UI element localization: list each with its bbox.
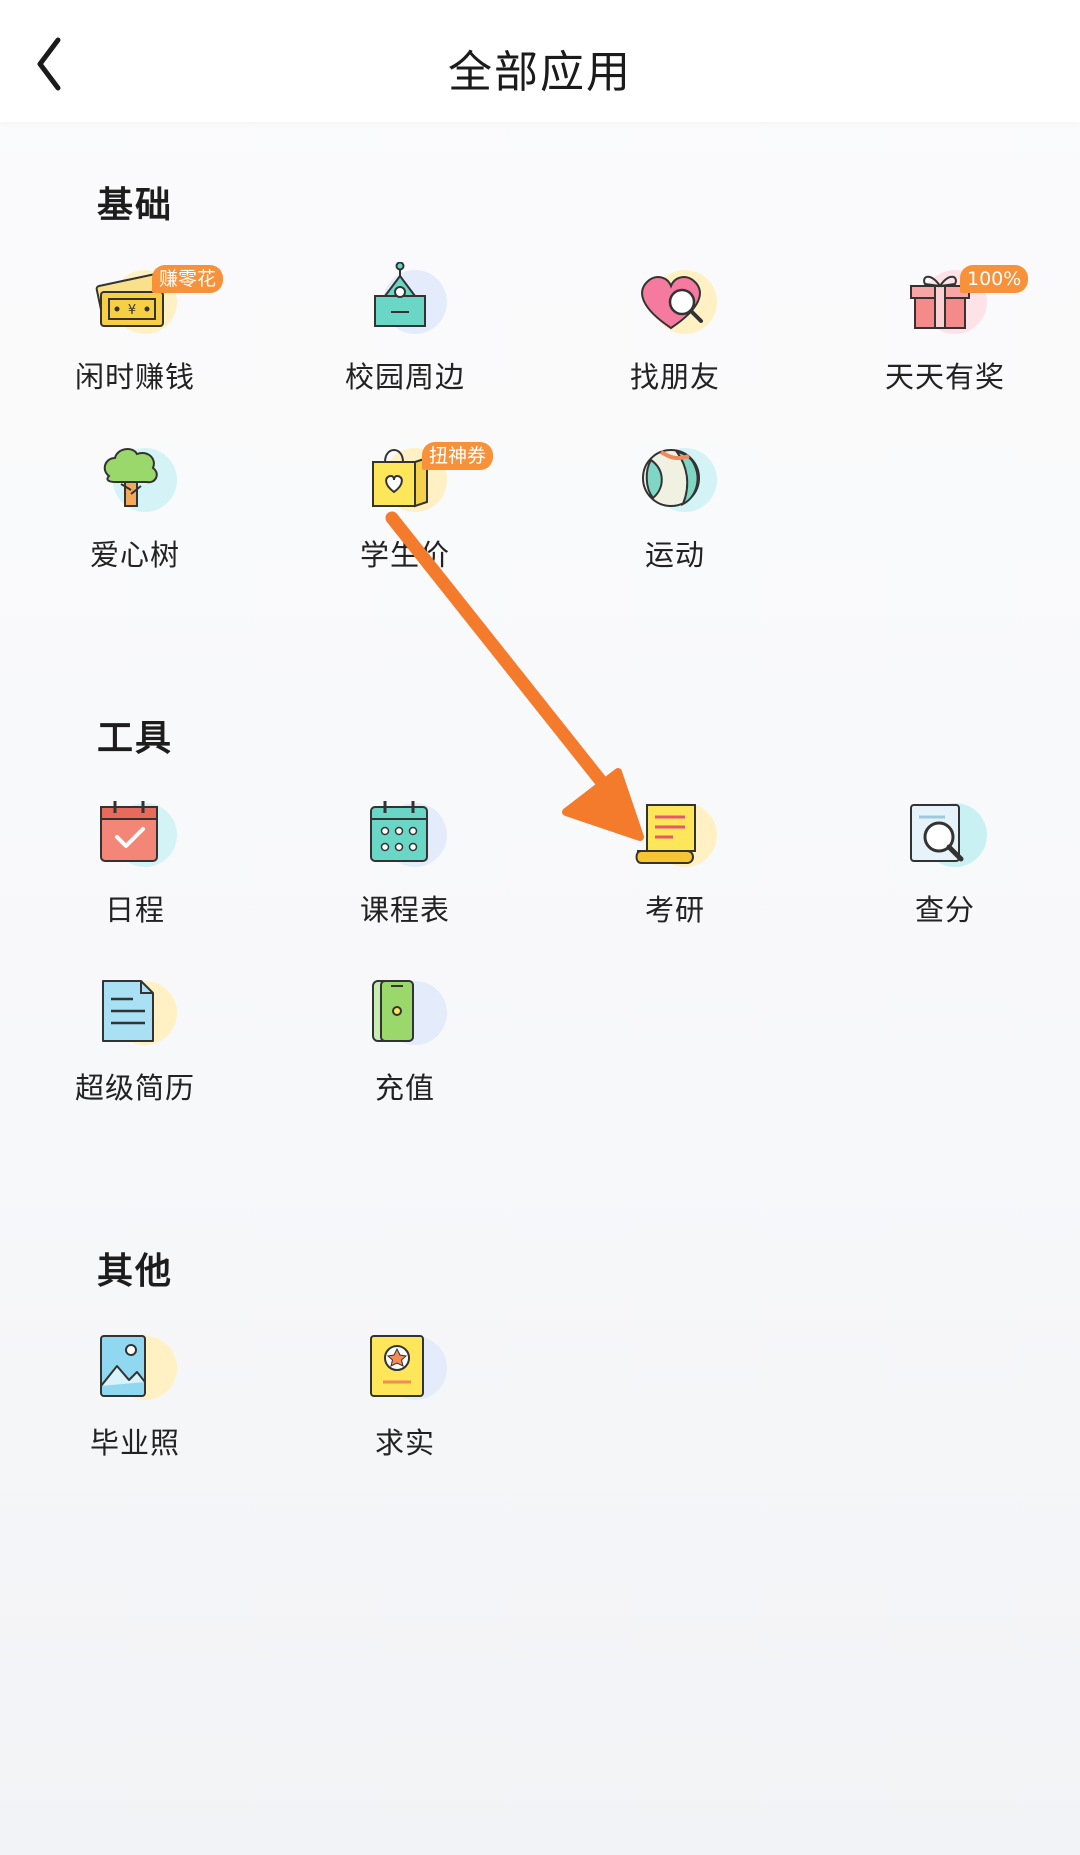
app-label: 找朋友: [629, 360, 720, 394]
app-item-find-friends[interactable]: 找朋友: [585, 262, 765, 412]
app-item-super-resume[interactable]: 超级简历: [45, 973, 225, 1123]
app-item-timetable[interactable]: 课程表: [315, 795, 495, 945]
top-bar: 全部应用: [0, 0, 1080, 122]
app-label: 毕业照: [89, 1426, 180, 1460]
section-title-basic: 基础: [97, 185, 174, 226]
timetable-icon: [361, 795, 449, 883]
calendar-check-icon: [91, 795, 179, 883]
app-item-graduation-photo[interactable]: 毕业照: [45, 1328, 225, 1478]
ball-icon: [631, 440, 719, 528]
star-book-icon: [361, 1328, 449, 1416]
app-label: 天天有奖: [884, 360, 1005, 394]
phone-recharge-icon: [361, 973, 449, 1061]
app-label: 学生价: [359, 538, 450, 572]
app-label: 爱心树: [89, 538, 180, 572]
app-item-postgrad-exam[interactable]: 考研: [585, 795, 765, 945]
app-label: 查分: [914, 893, 975, 927]
app-item-recharge[interactable]: 充值: [315, 973, 495, 1123]
page-title: 全部应用: [448, 47, 632, 98]
promo-badge: 100%: [960, 265, 1029, 293]
app-label: 课程表: [359, 893, 450, 927]
section-title-tools: 工具: [97, 718, 174, 759]
app-label: 考研: [644, 893, 705, 927]
app-item-campus-nearby[interactable]: 校园周边: [315, 262, 495, 412]
app-label: 充值: [374, 1071, 435, 1105]
app-item-qiushi[interactable]: 求实: [315, 1328, 495, 1478]
heart-search-icon: [631, 262, 719, 350]
document-search-icon: [901, 795, 989, 883]
tree-icon: [91, 440, 179, 528]
promo-badge: 赚零花: [152, 265, 224, 293]
campus-building-icon: [361, 262, 449, 350]
app-item-sports[interactable]: 运动: [585, 440, 765, 590]
svg-text:¥: ¥: [128, 303, 136, 318]
section-title-others: 其他: [97, 1251, 174, 1292]
resume-icon: [91, 973, 179, 1061]
scroll-icon: [631, 795, 719, 883]
app-item-check-scores[interactable]: 查分: [855, 795, 1035, 945]
app-label: 超级简历: [74, 1071, 195, 1105]
app-label: 运动: [644, 538, 705, 572]
app-label: 求实: [374, 1426, 435, 1460]
promo-badge: 扭神券: [422, 442, 494, 470]
app-item-schedule[interactable]: 日程: [45, 795, 225, 945]
app-label: 日程: [104, 893, 165, 927]
photo-icon: [91, 1328, 179, 1416]
app-label: 校园周边: [344, 360, 465, 394]
app-label: 闲时赚钱: [74, 360, 195, 394]
app-item-love-tree[interactable]: 爱心树: [45, 440, 225, 590]
